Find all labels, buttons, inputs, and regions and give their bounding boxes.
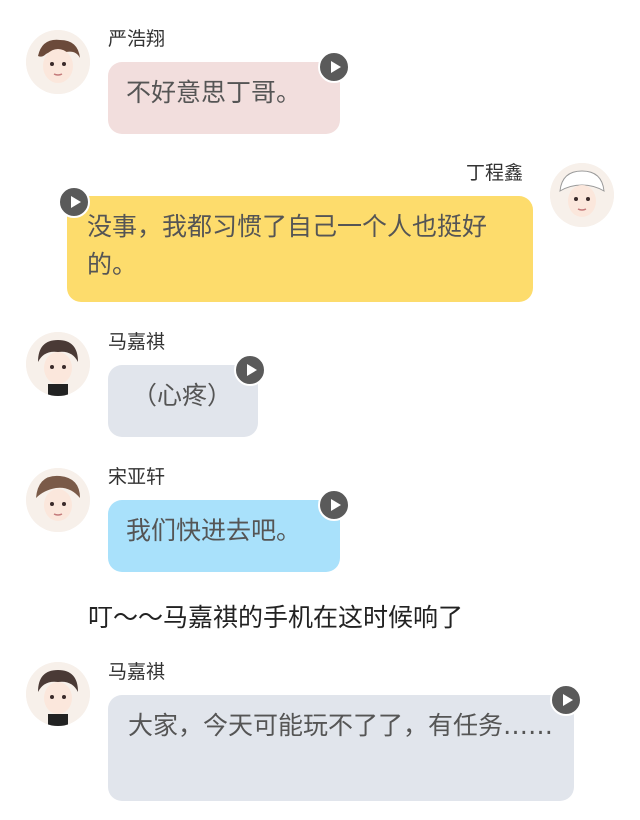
play-icon[interactable] xyxy=(550,684,582,716)
chat-bubble[interactable]: 没事，我都习惯了自己一个人也挺好的。 xyxy=(67,196,533,302)
narration-text: 叮～～马嘉祺的手机在这时候响了 xyxy=(88,603,464,632)
message-text: 不好意思丁哥。 xyxy=(126,78,302,107)
message-text: 没事，我都习惯了自己一个人也挺好的。 xyxy=(87,212,488,279)
message-text: （心疼） xyxy=(132,381,233,410)
play-icon[interactable] xyxy=(318,51,350,83)
play-icon[interactable] xyxy=(318,489,350,521)
sender-name: 丁程鑫 xyxy=(466,162,524,184)
chat-bubble[interactable]: 大家，今天可能玩不了了，有任务…… xyxy=(108,695,574,801)
sender-name: 宋亚轩 xyxy=(108,466,166,488)
sender-name: 马嘉祺 xyxy=(108,331,166,353)
play-icon[interactable] xyxy=(234,354,266,386)
chat-bubble[interactable]: 不好意思丁哥。 xyxy=(108,62,340,134)
avatar-ma-jiaqi[interactable] xyxy=(26,662,90,726)
avatar-ma-jiaqi[interactable] xyxy=(26,332,90,396)
avatar-ding-chengxin[interactable] xyxy=(550,163,614,227)
avatar-song-yaxuan[interactable] xyxy=(26,468,90,532)
sender-name: 马嘉祺 xyxy=(108,661,166,683)
play-icon[interactable] xyxy=(58,186,90,218)
chat-bubble[interactable]: 我们快进去吧。 xyxy=(108,500,340,572)
message-text: 大家，今天可能玩不了了，有任务…… xyxy=(128,711,554,740)
avatar-yan-haoxiang[interactable] xyxy=(26,30,90,94)
message-text: 我们快进去吧。 xyxy=(126,516,302,545)
sender-name: 严浩翔 xyxy=(108,28,166,50)
